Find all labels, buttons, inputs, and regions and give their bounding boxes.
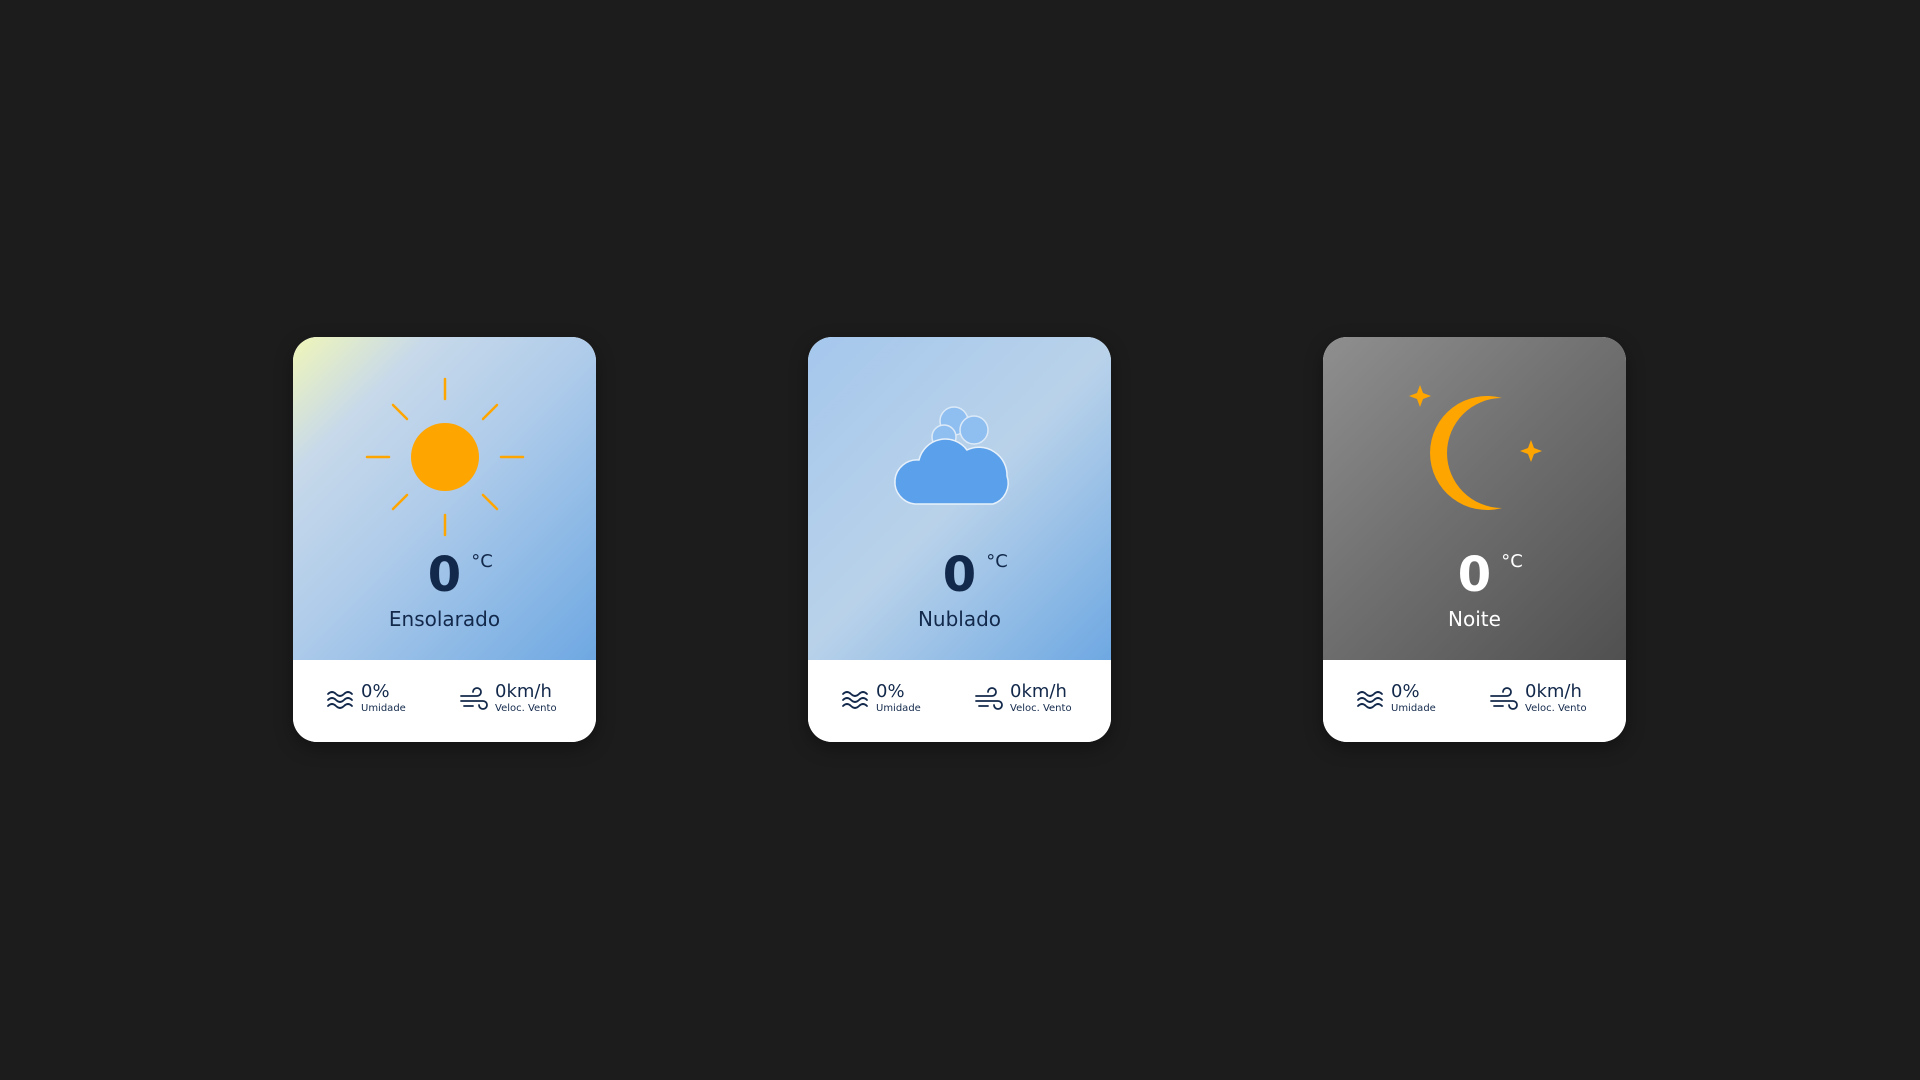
wind-value: 0km/h [1010,681,1067,702]
wind-stat: 0km/h Veloc. Vento [459,682,557,716]
wind-icon [459,685,489,715]
wind-icon [974,685,1004,715]
moon-stars-icon [1390,377,1560,537]
humidity-label: Umidade [361,703,406,714]
weather-condition: Noite [1448,607,1501,631]
temperature-value: 0 [1457,547,1492,603]
humidity-value: 0% [876,681,905,702]
card-footer: 0% Umidade 0km/h Veloc. Vento [293,660,596,742]
humidity-label: Umidade [876,703,921,714]
humidity-value: 0% [1391,681,1420,702]
temperature-unit: °C [1501,551,1523,572]
wind-value: 0km/h [495,681,552,702]
card-header: 0 °C Ensolarado [293,337,596,660]
humidity-label: Umidade [1391,703,1436,714]
temperature-unit: °C [471,551,493,572]
humidity-stat: 0% Umidade [840,682,921,716]
wind-stat: 0km/h Veloc. Vento [974,682,1072,716]
humidity-waves-icon [1355,685,1385,715]
temperature-unit: °C [986,551,1008,572]
weather-card-cloudy: 0 °C Nublado 0% Umidade 0km/h Veloc. Ven… [808,337,1111,742]
humidity-waves-icon [325,685,355,715]
wind-label: Veloc. Vento [1525,703,1587,714]
weather-card-sunny: 0 °C Ensolarado 0% Umidade 0km/h Veloc. … [293,337,596,742]
wind-label: Veloc. Vento [495,703,557,714]
card-footer: 0% Umidade 0km/h Veloc. Vento [808,660,1111,742]
temperature-row: 0 °C [1323,547,1626,607]
page-stage: 0 °C Ensolarado 0% Umidade 0km/h Veloc. … [0,0,1920,1080]
cloud-icon [875,377,1045,537]
humidity-stat: 0% Umidade [1355,682,1436,716]
humidity-stat: 0% Umidade [325,682,406,716]
card-header: 0 °C Nublado [808,337,1111,660]
wind-stat: 0km/h Veloc. Vento [1489,682,1587,716]
wind-label: Veloc. Vento [1010,703,1072,714]
wind-value: 0km/h [1525,681,1582,702]
temperature-value: 0 [427,547,462,603]
card-footer: 0% Umidade 0km/h Veloc. Vento [1323,660,1626,742]
temperature-value: 0 [942,547,977,603]
wind-icon [1489,685,1519,715]
weather-condition: Ensolarado [388,607,501,631]
humidity-waves-icon [840,685,870,715]
temperature-row: 0 °C [808,547,1111,607]
weather-condition: Nublado [917,607,1002,631]
card-header: 0 °C Noite [1323,337,1626,660]
sun-icon [360,377,530,537]
humidity-value: 0% [361,681,390,702]
temperature-row: 0 °C [293,547,596,607]
weather-card-night: 0 °C Noite 0% Umidade 0km/h Veloc. Vento [1323,337,1626,742]
